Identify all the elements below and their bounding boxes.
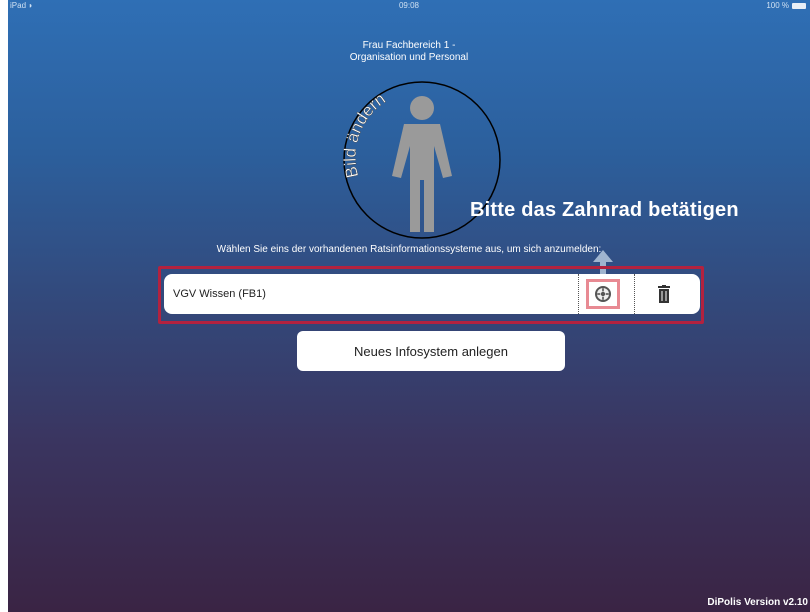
svg-text:Bild ändern: Bild ändern — [342, 89, 389, 180]
user-name-line2: Organisation und Personal — [349, 52, 469, 63]
battery-label: 100 % — [766, 1, 789, 10]
trash-icon[interactable] — [656, 285, 672, 303]
instruction-text: Wählen Sie eins der vorhandenen Ratsinfo… — [216, 244, 602, 255]
user-name: Frau Fachbereich 1 - Organisation und Pe… — [8, 40, 810, 64]
status-time: 09:08 — [398, 1, 420, 10]
version-label: DiPolis Version v2.10 — [707, 597, 808, 608]
battery-icon — [792, 2, 806, 9]
status-bar: iPad ◗ 09:08 100 % — [8, 0, 810, 12]
settings-button[interactable] — [586, 279, 620, 309]
change-picture-label: Bild ändern — [342, 89, 389, 180]
new-infosystem-button[interactable]: Neues Infosystem anlegen — [297, 331, 565, 371]
status-battery: 100 % — [766, 1, 806, 10]
separator — [634, 274, 635, 314]
system-name: VGV Wissen (FB1) — [173, 288, 266, 300]
user-name-line1: Frau Fachbereich 1 - — [362, 40, 456, 51]
separator — [578, 274, 579, 314]
gear-icon — [595, 286, 611, 302]
app-screen: iPad ◗ 09:08 100 % Frau Fachbereich 1 - … — [8, 0, 810, 612]
hint-overlay: Bitte das Zahnrad betätigen — [470, 199, 739, 221]
system-list-item[interactable]: VGV Wissen (FB1) — [164, 274, 700, 314]
